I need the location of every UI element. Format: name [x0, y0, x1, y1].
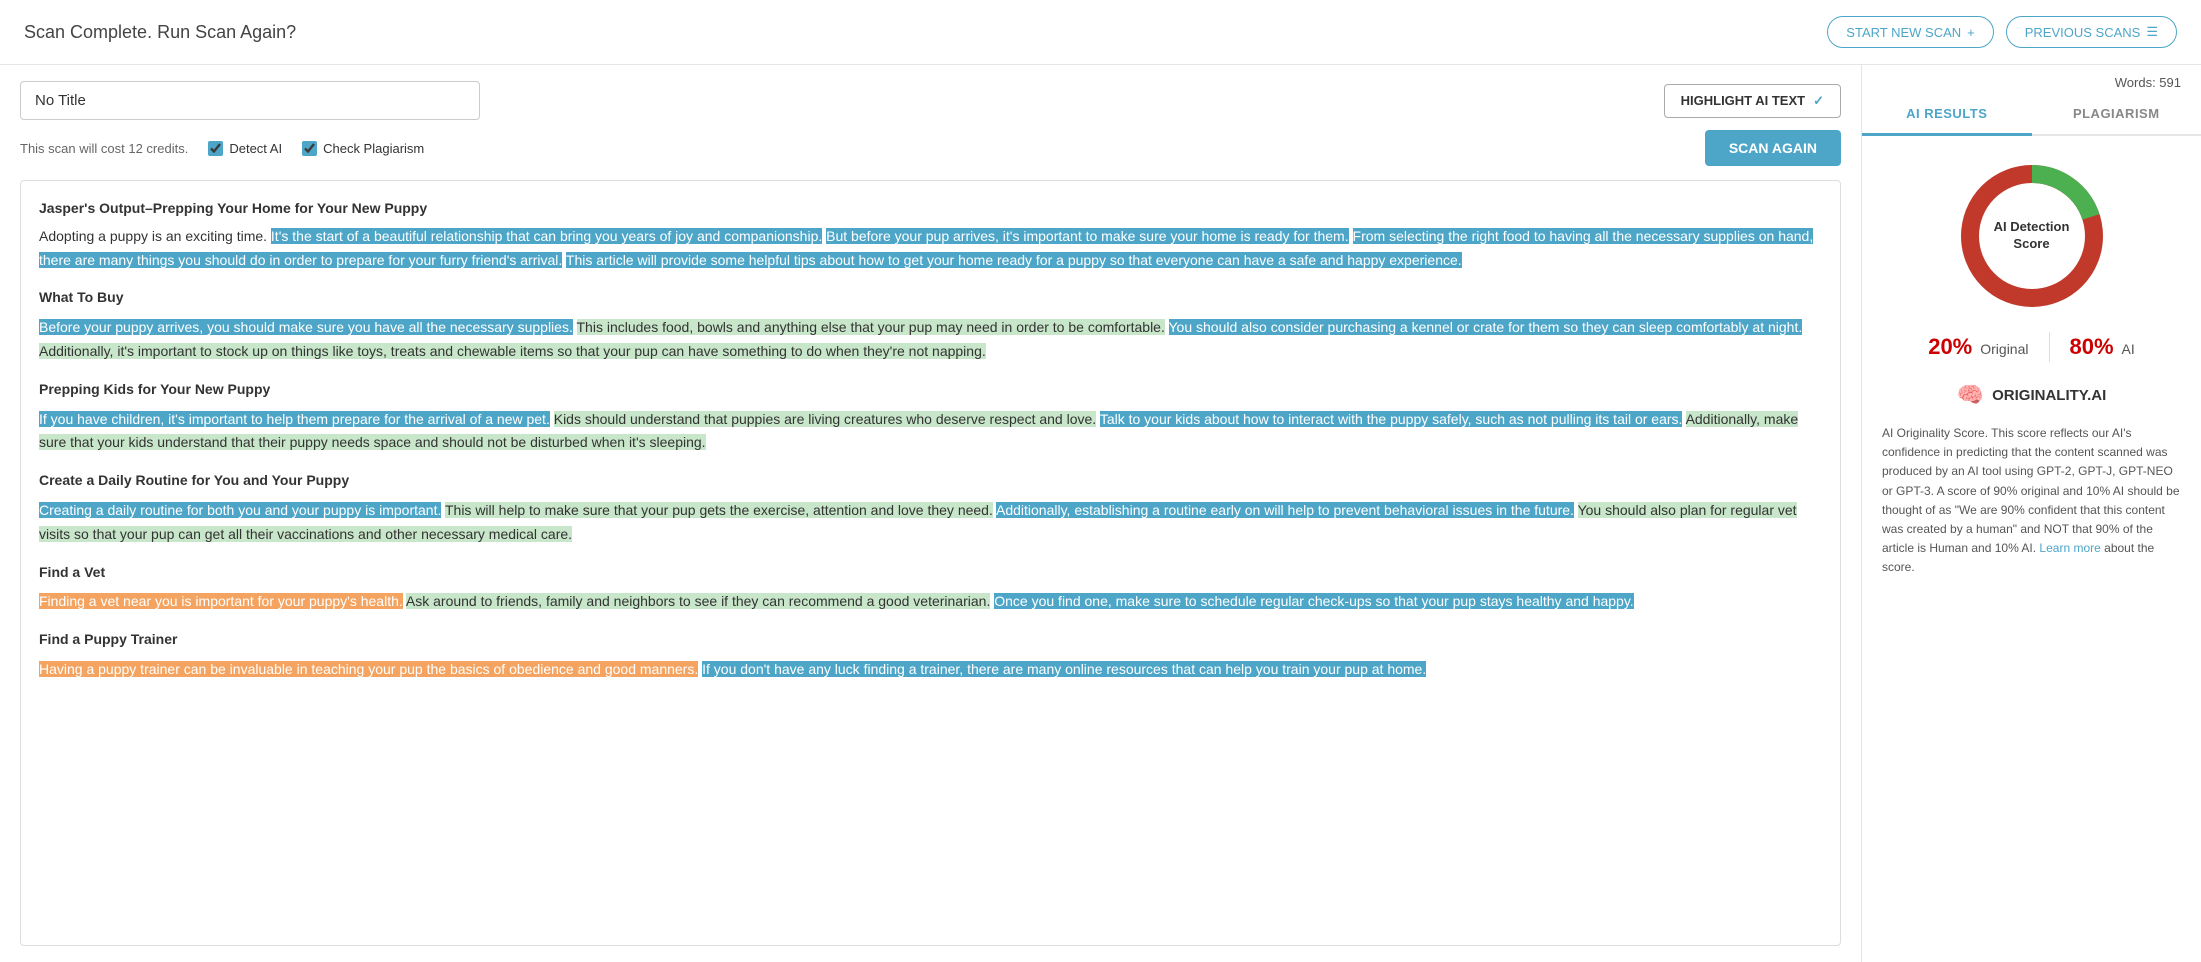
- donut-chart-container: AI Detection Score: [1882, 156, 2181, 316]
- check-plagiarism-checkbox-label[interactable]: Check Plagiarism: [302, 141, 424, 156]
- section-heading-4: Find a Vet: [39, 561, 1822, 585]
- ai-score: 80% AI: [2070, 334, 2135, 360]
- tabs-row: AI RESULTS PLAGIARISM: [1862, 94, 2201, 136]
- para2: Before your puppy arrives, you should ma…: [39, 316, 1822, 364]
- human-text-span: This will help to make sure that your pu…: [445, 502, 993, 518]
- check-icon: ✓: [1813, 93, 1824, 109]
- ai-text-span: Before your puppy arrives, you should ma…: [39, 319, 573, 335]
- ai-text-span: Once you find one, make sure to schedule…: [994, 593, 1633, 609]
- top-bar-actions: START NEW SCAN + PREVIOUS SCANS ☰: [1827, 16, 2177, 48]
- donut-chart: AI Detection Score: [1952, 156, 2112, 316]
- learn-more-link[interactable]: Learn more: [2039, 541, 2100, 555]
- section-heading-1: What To Buy: [39, 286, 1822, 310]
- logo-text: ORIGINALITY.AI: [1992, 387, 2106, 404]
- score-divider: [2049, 332, 2050, 362]
- ai-text-span: This article will provide some helpful t…: [566, 252, 1462, 268]
- para3: If you have children, it's important to …: [39, 408, 1822, 456]
- document-title-input[interactable]: [20, 81, 480, 120]
- para6: Having a puppy trainer can be invaluable…: [39, 658, 1822, 682]
- orange-text-span: Finding a vet near you is important for …: [39, 593, 403, 609]
- controls-left: This scan will cost 12 credits. Detect A…: [20, 141, 1685, 156]
- ai-text-span: If you have children, it's important to …: [39, 411, 550, 427]
- controls-row: This scan will cost 12 credits. Detect A…: [20, 130, 1841, 166]
- start-new-scan-button[interactable]: START NEW SCAN +: [1827, 16, 1993, 48]
- ai-text-span: You should also consider purchasing a ke…: [1169, 319, 1803, 335]
- scan-again-button[interactable]: SCAN AGAIN: [1705, 130, 1841, 166]
- ai-text-span: It's the start of a beautiful relationsh…: [271, 228, 822, 244]
- human-text-span: Ask around to friends, family and neighb…: [406, 593, 990, 609]
- ai-text-span: Additionally, establishing a routine ear…: [996, 502, 1574, 518]
- plus-icon: +: [1967, 25, 1975, 40]
- article-title: Jasper's Output–Prepping Your Home for Y…: [39, 197, 1822, 221]
- left-panel: HIGHLIGHT AI TEXT ✓ This scan will cost …: [0, 65, 1861, 962]
- detect-ai-checkbox[interactable]: [208, 141, 223, 156]
- main-layout: HIGHLIGHT AI TEXT ✓ This scan will cost …: [0, 65, 2201, 962]
- title-row: HIGHLIGHT AI TEXT ✓: [20, 81, 1841, 120]
- tab-ai-results[interactable]: AI RESULTS: [1862, 94, 2032, 136]
- tab-plagiarism[interactable]: PLAGIARISM: [2032, 94, 2201, 134]
- ai-text-span: Creating a daily routine for both you an…: [39, 502, 441, 518]
- ai-text-span: If you don't have any luck finding a tra…: [702, 661, 1426, 677]
- ai-text-span: But before your pup arrives, it's import…: [826, 228, 1348, 244]
- detect-ai-checkbox-label[interactable]: Detect AI: [208, 141, 282, 156]
- original-score: 20% Original: [1928, 334, 2028, 360]
- human-text-span: Kids should understand that puppies are …: [554, 411, 1096, 427]
- section-heading-3: Create a Daily Routine for You and Your …: [39, 469, 1822, 493]
- words-count: Words: 591: [1862, 65, 2201, 94]
- content-area[interactable]: Jasper's Output–Prepping Your Home for Y…: [20, 180, 1841, 946]
- original-pct: 20%: [1928, 334, 1972, 360]
- right-panel: Words: 591 AI RESULTS PLAGIARISM AI Dete…: [1861, 65, 2201, 962]
- page-title: Scan Complete. Run Scan Again?: [24, 22, 296, 43]
- donut-svg: [1952, 156, 2112, 316]
- check-plagiarism-checkbox[interactable]: [302, 141, 317, 156]
- top-bar: Scan Complete. Run Scan Again? START NEW…: [0, 0, 2201, 65]
- brain-icon: 🧠: [1957, 382, 1984, 408]
- score-row: 20% Original 80% AI: [1882, 332, 2181, 362]
- cost-text: This scan will cost 12 credits.: [20, 141, 188, 156]
- score-description: AI Originality Score. This score reflect…: [1882, 424, 2181, 578]
- right-content: AI Detection Score 20% Original 80% AI: [1862, 136, 2201, 962]
- originality-logo: 🧠 ORIGINALITY.AI: [1882, 382, 2181, 408]
- intro-paragraph: Adopting a puppy is an exciting time. It…: [39, 225, 1822, 273]
- highlight-ai-text-button[interactable]: HIGHLIGHT AI TEXT ✓: [1664, 84, 1841, 118]
- ai-pct: 80%: [2070, 334, 2114, 360]
- human-text-span: This includes food, bowls and anything e…: [577, 319, 1165, 335]
- previous-scans-button[interactable]: PREVIOUS SCANS ☰: [2006, 16, 2177, 48]
- section-heading-5: Find a Puppy Trainer: [39, 628, 1822, 652]
- ai-text-span: Talk to your kids about how to interact …: [1100, 411, 1683, 427]
- human-text-span: Additionally, it's important to stock up…: [39, 343, 986, 359]
- para5: Finding a vet near you is important for …: [39, 590, 1822, 614]
- ai-label: AI: [2122, 341, 2135, 357]
- orange-text-span: Having a puppy trainer can be invaluable…: [39, 661, 698, 677]
- section-heading-2: Prepping Kids for Your New Puppy: [39, 378, 1822, 402]
- original-label: Original: [1980, 341, 2028, 357]
- para4: Creating a daily routine for both you an…: [39, 499, 1822, 547]
- menu-icon: ☰: [2146, 24, 2158, 40]
